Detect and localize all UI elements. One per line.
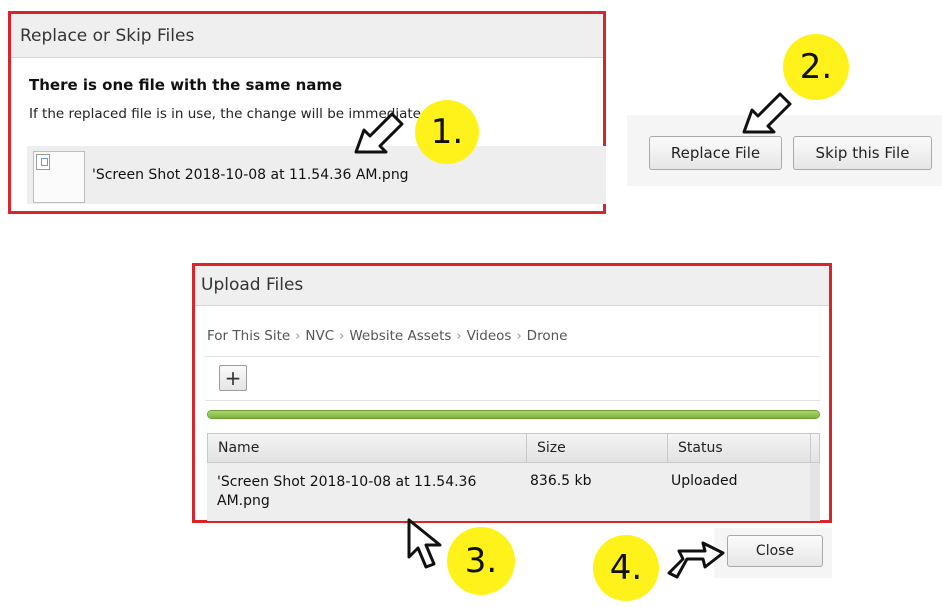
duplicate-file-name: 'Screen Shot 2018-10-08 at 11.54.36 AM.p… — [92, 167, 409, 183]
add-files-button[interactable]: + — [219, 365, 247, 391]
upload-file-table: Name Size Status 'Screen Shot 2018-10-08… — [207, 433, 820, 521]
file-thumbnail — [33, 151, 85, 203]
chevron-right-icon: › — [295, 328, 301, 344]
close-button[interactable]: Close — [727, 535, 823, 567]
replace-or-skip-dialog: Replace or Skip Files There is one file … — [8, 11, 606, 214]
duplicate-file-row: 'Screen Shot 2018-10-08 at 11.54.36 AM.p… — [27, 146, 606, 204]
breadcrumb-item[interactable]: Website Assets — [349, 328, 451, 344]
duplicate-heading: There is one file with the same name — [29, 76, 343, 94]
broken-image-icon — [36, 154, 50, 170]
skip-file-button[interactable]: Skip this File — [793, 136, 932, 170]
breadcrumb-item[interactable]: NVC — [305, 328, 334, 344]
breadcrumb-item[interactable]: For This Site — [207, 328, 290, 344]
chevron-right-icon: › — [516, 328, 522, 344]
hand-cursor-icon — [407, 518, 442, 569]
step-4-badge: 4. — [593, 535, 659, 601]
dialog-header: Upload Files — [195, 266, 829, 306]
table-cell-size: 836.5 kb — [530, 473, 592, 489]
table-scrollbar[interactable] — [810, 463, 820, 521]
breadcrumb-item[interactable]: Videos — [467, 328, 512, 344]
upload-files-dialog: Upload Files For This Site › NVC › Websi… — [192, 263, 832, 523]
dialog-title: Upload Files — [201, 275, 304, 295]
pointer-arrow-icon — [742, 92, 792, 134]
plus-icon: + — [224, 366, 242, 390]
table-cell-status: Uploaded — [671, 473, 738, 489]
upload-progress-bar — [207, 410, 820, 419]
breadcrumb: For This Site › NVC › Website Assets › V… — [207, 328, 567, 344]
table-header: Name Size Status — [207, 433, 820, 463]
column-header-status[interactable]: Status — [668, 434, 811, 462]
pointer-arrow-icon — [354, 112, 404, 154]
column-header-name[interactable]: Name — [208, 434, 527, 462]
dialog-header: Replace or Skip Files — [11, 14, 603, 58]
dialog-title: Replace or Skip Files — [20, 26, 195, 46]
replace-file-button[interactable]: Replace File — [649, 136, 782, 170]
column-header-size[interactable]: Size — [527, 434, 668, 462]
upload-progress-fill — [208, 411, 819, 418]
close-button-area: Close — [714, 528, 832, 578]
table-cell-name: 'Screen Shot 2018-10-08 at 11.54.36 AM.p… — [217, 474, 477, 509]
step-1-badge: 1. — [415, 100, 479, 164]
pointer-arrow-icon — [667, 541, 725, 579]
upload-toolbar: + — [205, 356, 820, 401]
chevron-right-icon: › — [456, 328, 462, 344]
chevron-right-icon: › — [339, 328, 345, 344]
step-3-badge: 3. — [447, 527, 515, 595]
breadcrumb-item[interactable]: Drone — [527, 328, 568, 344]
